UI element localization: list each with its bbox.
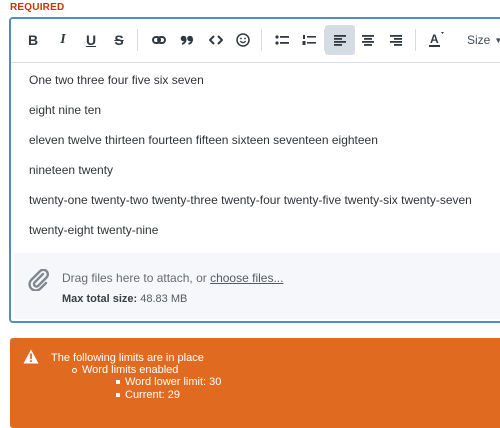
file-attach-dropzone[interactable]: Drag files here to attach, or choose fil… (14, 253, 500, 319)
warning-triangle-icon (23, 349, 39, 364)
bold-icon: B (27, 32, 39, 48)
paragraph: twenty-eight twenty-nine (29, 223, 159, 237)
attach-prompt-text: Drag files here to attach, or (62, 271, 211, 285)
align-center-icon (362, 34, 374, 46)
toolbar-divider (137, 29, 138, 51)
word-count-current: Current: 29 (125, 389, 181, 401)
bullet-circle-icon (72, 367, 77, 373)
max-size-label: Max total size: (62, 293, 138, 305)
link-button[interactable] (144, 25, 174, 55)
editor-toolbar: B I U S A Size (11, 19, 500, 63)
max-size-value: 48.83 MB (140, 293, 188, 305)
quote-icon (180, 35, 194, 45)
warning-sub-item: Current: 29 (116, 389, 180, 401)
text-color-icon: A (429, 32, 444, 47)
underline-icon: U (85, 32, 97, 48)
paragraph: eleven twelve thirteen fourteen fifteen … (29, 133, 378, 147)
paragraph: twenty-one twenty-two twenty-three twent… (29, 193, 472, 207)
toolbar-divider (415, 29, 416, 51)
numbered-list-button[interactable] (294, 25, 324, 55)
bullet-square-icon (116, 393, 120, 397)
paragraph: One two three four five six seven (29, 73, 204, 87)
word-lower-limit: Word lower limit: 30 (125, 376, 222, 388)
bullet-list-icon (275, 35, 289, 45)
bold-button[interactable]: B (18, 25, 48, 55)
max-size-info: Max total size: 48.83 MB (62, 293, 187, 305)
warning-title: The following limits are in place (51, 352, 204, 364)
strikethrough-icon: S (114, 32, 124, 48)
align-left-button[interactable] (325, 25, 355, 55)
align-center-button[interactable] (353, 25, 383, 55)
paragraph: nineteen twenty (29, 163, 114, 177)
text-color-button[interactable]: A (421, 25, 451, 55)
link-icon (152, 36, 166, 44)
emoji-button[interactable] (228, 25, 258, 55)
word-limit-warning: The following limits are in place Word l… (10, 338, 500, 428)
emoji-icon (236, 33, 250, 47)
paperclip-icon (28, 269, 50, 291)
quote-button[interactable] (172, 25, 202, 55)
strikethrough-button[interactable]: S (104, 25, 134, 55)
numbered-list-icon (302, 35, 316, 45)
code-button[interactable] (201, 25, 231, 55)
align-right-icon (390, 34, 402, 46)
align-right-button[interactable] (381, 25, 411, 55)
bullet-square-icon (116, 380, 120, 384)
paragraph: eight nine ten (29, 103, 102, 117)
attach-prompt: Drag files here to attach, or choose fil… (62, 271, 283, 285)
editor-content[interactable]: One two three four five six seven eight … (11, 65, 500, 245)
font-size-dropdown[interactable]: Size ▼ (467, 33, 500, 47)
bullet-list-button[interactable] (267, 25, 297, 55)
italic-button[interactable]: I (48, 25, 78, 55)
toolbar-divider (261, 29, 262, 51)
svg-text:A: A (430, 32, 439, 46)
warning-item-text: Word limits enabled (82, 364, 179, 376)
choose-files-link[interactable]: choose files... (210, 271, 283, 285)
font-size-label: Size (467, 33, 491, 47)
warning-item: Word limits enabled (72, 364, 178, 376)
rich-text-editor[interactable]: B I U S A Size One two three four five s… (9, 17, 500, 323)
underline-button[interactable]: U (76, 25, 106, 55)
italic-icon: I (60, 32, 66, 47)
code-icon (209, 35, 223, 45)
warning-sub-item: Word lower limit: 30 (116, 376, 221, 388)
align-left-icon (334, 34, 346, 46)
required-label: REQUIRED (10, 2, 65, 13)
chevron-down-icon: ▼ (494, 36, 500, 45)
